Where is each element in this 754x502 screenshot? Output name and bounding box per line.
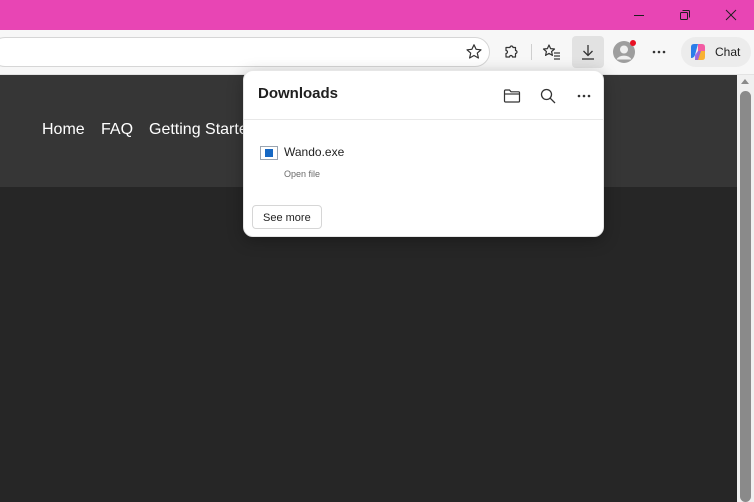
chat-label: Chat — [715, 45, 741, 59]
downloads-panel: Downloads Wando.exe Open file See more — [243, 70, 604, 237]
restore-icon — [680, 10, 690, 20]
scroll-thumb[interactable] — [740, 91, 751, 502]
panel-divider — [244, 119, 603, 120]
folder-icon — [503, 89, 521, 103]
downloads-more-button[interactable] — [572, 84, 596, 108]
nav-getting-started[interactable]: Getting Starte — [149, 121, 248, 139]
favorites-button[interactable] — [536, 36, 568, 68]
extensions-button[interactable] — [494, 36, 526, 68]
search-downloads-button[interactable] — [536, 84, 560, 108]
notification-dot — [630, 40, 636, 46]
see-more-button[interactable]: See more — [252, 205, 322, 229]
nav-home[interactable]: Home — [42, 121, 85, 139]
settings-more-button[interactable] — [643, 36, 675, 68]
restore-button[interactable] — [662, 0, 708, 30]
favorites-icon — [542, 44, 560, 60]
downloads-button[interactable] — [572, 36, 604, 68]
open-file-link[interactable]: Open file — [284, 169, 320, 179]
close-icon — [725, 9, 737, 21]
download-item[interactable]: Wando.exe Open file — [254, 139, 584, 183]
more-icon — [577, 94, 591, 98]
favorite-star-button[interactable] — [458, 36, 490, 68]
exe-file-icon — [260, 146, 278, 160]
search-icon — [540, 88, 556, 104]
extensions-icon — [505, 45, 518, 58]
scroll-up-arrow[interactable] — [741, 79, 749, 84]
close-button[interactable] — [708, 0, 754, 30]
open-folder-button[interactable] — [500, 84, 524, 108]
vertical-scrollbar[interactable] — [737, 75, 754, 502]
address-bar[interactable] — [0, 37, 490, 67]
copilot-icon — [691, 44, 705, 60]
downloads-title: Downloads — [258, 85, 339, 102]
profile-icon — [613, 40, 636, 63]
more-icon — [652, 50, 666, 54]
minimize-button[interactable] — [616, 0, 662, 30]
toolbar-divider — [531, 44, 532, 60]
browser-toolbar: Chat — [0, 30, 754, 75]
download-icon — [582, 45, 594, 60]
profile-button[interactable] — [608, 36, 640, 68]
title-bar — [0, 0, 754, 30]
nav-faq[interactable]: FAQ — [101, 121, 133, 139]
minimize-icon — [634, 15, 644, 16]
star-icon — [466, 44, 482, 59]
download-file-name: Wando.exe — [284, 145, 345, 159]
copilot-chat-button[interactable]: Chat — [681, 37, 751, 67]
